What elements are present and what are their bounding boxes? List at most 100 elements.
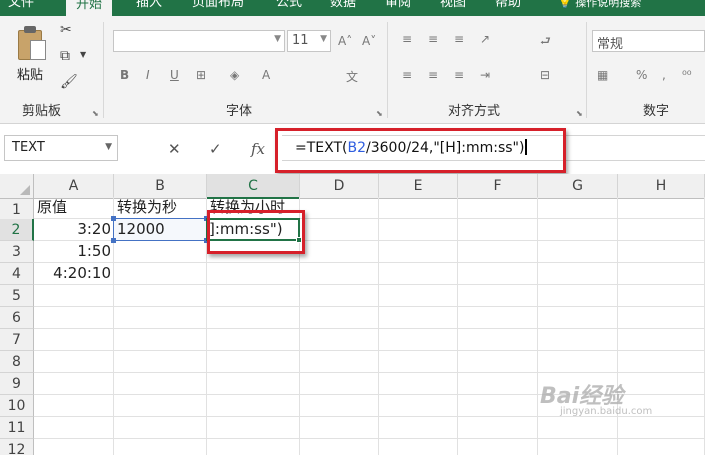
grid-cell-f8[interactable] bbox=[458, 351, 538, 373]
grid-cell-d8[interactable] bbox=[300, 351, 379, 373]
border-icon[interactable]: ⊞ bbox=[196, 68, 206, 82]
align-top-icon[interactable]: ≡ bbox=[402, 32, 412, 46]
font-launcher-icon[interactable]: ⬊ bbox=[376, 109, 383, 118]
grid-cell-d6[interactable] bbox=[300, 307, 379, 329]
tab-page-layout[interactable]: 页面布局 bbox=[192, 0, 244, 16]
grid-cell-d5[interactable] bbox=[300, 285, 379, 307]
column-header-e[interactable]: E bbox=[379, 174, 458, 199]
format-painter-icon[interactable]: 🖌 bbox=[60, 74, 78, 90]
row-header-6[interactable]: 6 bbox=[0, 307, 34, 329]
column-header-c[interactable]: C bbox=[207, 174, 300, 199]
grid-cell-a11[interactable] bbox=[34, 417, 114, 439]
grid-cell-a6[interactable] bbox=[34, 307, 114, 329]
tab-review[interactable]: 审阅 bbox=[385, 0, 411, 16]
row-header-11[interactable]: 11 bbox=[0, 417, 34, 439]
cell-a4[interactable]: 4:20:10 bbox=[34, 263, 114, 285]
font-color-icon[interactable]: A bbox=[262, 68, 270, 82]
grid-cell-h7[interactable] bbox=[618, 329, 705, 351]
percent-button[interactable]: % bbox=[636, 68, 647, 82]
grid-cell-d11[interactable] bbox=[300, 417, 379, 439]
grid-cell-h11[interactable] bbox=[618, 417, 705, 439]
grid-cell-g5[interactable] bbox=[538, 285, 618, 307]
grid-cell-b11[interactable] bbox=[114, 417, 207, 439]
cell-b1[interactable]: 转换为秒 bbox=[114, 197, 207, 219]
grid-cell-c4[interactable] bbox=[207, 263, 300, 285]
shrink-font-icon[interactable]: A˅ bbox=[362, 34, 376, 48]
grid-cell-b3[interactable] bbox=[114, 241, 207, 263]
grid-cell-g6[interactable] bbox=[538, 307, 618, 329]
paste-icon[interactable] bbox=[16, 26, 50, 62]
column-header-d[interactable]: D bbox=[300, 174, 379, 199]
column-header-g[interactable]: G bbox=[538, 174, 618, 199]
grid-cell-e8[interactable] bbox=[379, 351, 458, 373]
select-all-corner[interactable] bbox=[0, 174, 34, 199]
tab-help[interactable]: 帮助 bbox=[495, 0, 521, 16]
enter-icon[interactable]: ✓ bbox=[209, 140, 222, 158]
grid-cell-e10[interactable] bbox=[379, 395, 458, 417]
grid-cell-f5[interactable] bbox=[458, 285, 538, 307]
grid-cell-h3[interactable] bbox=[618, 241, 705, 263]
grid-cell-h9[interactable] bbox=[618, 373, 705, 395]
accounting-format-icon[interactable]: ▦ bbox=[597, 68, 608, 82]
grid-cell-c7[interactable] bbox=[207, 329, 300, 351]
cell-b2[interactable]: 12000 bbox=[114, 219, 207, 241]
grid-cell-e5[interactable] bbox=[379, 285, 458, 307]
grid-cell-c5[interactable] bbox=[207, 285, 300, 307]
grid-cell-e3[interactable] bbox=[379, 241, 458, 263]
grid-cell-b8[interactable] bbox=[114, 351, 207, 373]
grid-cell-h1[interactable] bbox=[618, 197, 705, 219]
tab-file[interactable]: 文件 bbox=[8, 0, 34, 16]
cut-icon[interactable]: ✂ bbox=[60, 22, 72, 38]
grid-cell-g2[interactable] bbox=[538, 219, 618, 241]
grid-cell-g1[interactable] bbox=[538, 197, 618, 219]
grid-cell-f4[interactable] bbox=[458, 263, 538, 285]
grid-cell-f10[interactable] bbox=[458, 395, 538, 417]
grid-cell-g12[interactable] bbox=[538, 439, 618, 455]
grid-cell-e12[interactable] bbox=[379, 439, 458, 455]
tell-me-search[interactable]: 💡 操作说明搜索 bbox=[558, 0, 641, 16]
cell-a1[interactable]: 原值 bbox=[34, 197, 114, 219]
grid-cell-d9[interactable] bbox=[300, 373, 379, 395]
grid-cell-h6[interactable] bbox=[618, 307, 705, 329]
grid-cell-f3[interactable] bbox=[458, 241, 538, 263]
grid-cell-b6[interactable] bbox=[114, 307, 207, 329]
grid-cell-e9[interactable] bbox=[379, 373, 458, 395]
column-header-b[interactable]: B bbox=[114, 174, 207, 199]
row-header-12[interactable]: 12 bbox=[0, 439, 34, 455]
indent-icon[interactable]: ⇥ bbox=[480, 68, 490, 82]
grid-cell-h4[interactable] bbox=[618, 263, 705, 285]
grid-cell-a12[interactable] bbox=[34, 439, 114, 455]
grid-cell-b12[interactable] bbox=[114, 439, 207, 455]
underline-button[interactable]: U bbox=[170, 68, 179, 82]
grid-cell-g11[interactable] bbox=[538, 417, 618, 439]
align-center-icon[interactable]: ≡ bbox=[428, 68, 438, 82]
grow-font-icon[interactable]: A˄ bbox=[338, 34, 352, 48]
column-header-a[interactable]: A bbox=[34, 174, 114, 199]
cancel-icon[interactable]: ✕ bbox=[168, 140, 181, 158]
column-header-f[interactable]: F bbox=[458, 174, 538, 199]
grid-cell-b9[interactable] bbox=[114, 373, 207, 395]
grid-cell-d10[interactable] bbox=[300, 395, 379, 417]
grid-cell-f11[interactable] bbox=[458, 417, 538, 439]
tab-formulas[interactable]: 公式 bbox=[276, 0, 302, 16]
grid-cell-c10[interactable] bbox=[207, 395, 300, 417]
tab-data[interactable]: 数据 bbox=[330, 0, 356, 16]
comma-style-button[interactable]: , bbox=[662, 68, 666, 82]
row-header-8[interactable]: 8 bbox=[0, 351, 34, 373]
grid-cell-g4[interactable] bbox=[538, 263, 618, 285]
fill-color-icon[interactable]: ◈ bbox=[230, 68, 239, 82]
grid-cell-e4[interactable] bbox=[379, 263, 458, 285]
grid-cell-e11[interactable] bbox=[379, 417, 458, 439]
grid-cell-e6[interactable] bbox=[379, 307, 458, 329]
grid-cell-a10[interactable] bbox=[34, 395, 114, 417]
grid-cell-d2[interactable] bbox=[300, 219, 379, 241]
grid-cell-f9[interactable] bbox=[458, 373, 538, 395]
grid-cell-f6[interactable] bbox=[458, 307, 538, 329]
grid-cell-d4[interactable] bbox=[300, 263, 379, 285]
row-header-4[interactable]: 4 bbox=[0, 263, 34, 285]
cell-a2[interactable]: 3:20 bbox=[34, 219, 114, 241]
grid-cell-a8[interactable] bbox=[34, 351, 114, 373]
grid-cell-c11[interactable] bbox=[207, 417, 300, 439]
grid-cell-b4[interactable] bbox=[114, 263, 207, 285]
align-left-icon[interactable]: ≡ bbox=[402, 68, 412, 82]
